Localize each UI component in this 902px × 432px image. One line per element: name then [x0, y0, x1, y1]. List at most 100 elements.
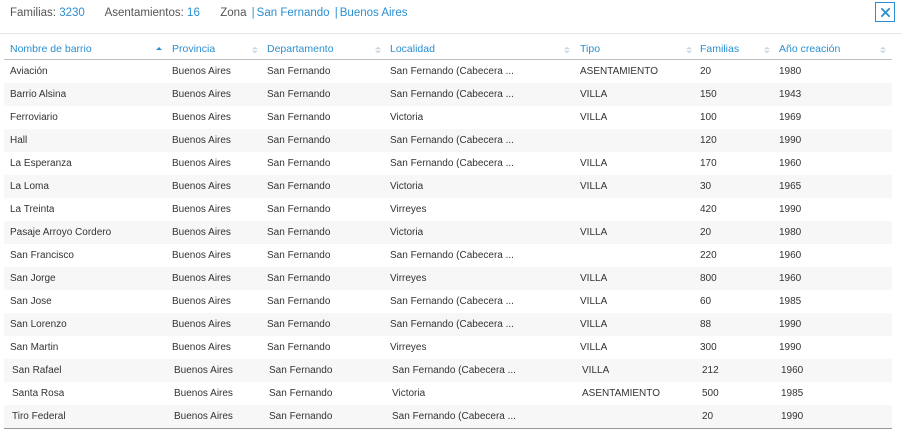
close-icon — [880, 7, 890, 17]
asentamientos-label: Asentamientos: — [104, 7, 184, 19]
cell-familias: 500 — [702, 388, 719, 399]
cell-familias: 220 — [700, 250, 717, 261]
cell-localidad: San Fernando (Cabecera ... — [390, 135, 514, 146]
cell-provincia: Buenos Aires — [174, 388, 233, 399]
cell-departamento: San Fernando — [267, 227, 331, 238]
cell-barrio: San Jorge — [10, 273, 56, 284]
cell-barrio: San Rafael — [12, 365, 62, 376]
table-row[interactable]: Barrio Alsina Buenos Aires San Fernando San… — [4, 83, 892, 106]
cell-provincia: Buenos Aires — [172, 296, 231, 307]
cell-departamento: San Fernando — [267, 273, 331, 284]
cell-barrio: La Treinta — [10, 204, 55, 215]
cell-tipo: ASENTAMIENTO — [582, 388, 660, 399]
sort-icon[interactable] — [880, 46, 886, 54]
cell-provincia: Buenos Aires — [172, 227, 231, 238]
zona-label: Zona — [220, 7, 247, 19]
cell-anio: 1980 — [779, 227, 802, 238]
cell-barrio: Aviación — [10, 66, 48, 77]
cell-provincia: Buenos Aires — [172, 89, 231, 100]
cell-provincia: Buenos Aires — [172, 135, 231, 146]
cell-localidad: San Fernando (Cabecera ... — [392, 411, 516, 422]
cell-familias: 20 — [702, 411, 714, 422]
cell-anio: 1985 — [779, 296, 802, 307]
cell-anio: 1990 — [779, 319, 802, 330]
column-header-provincia[interactable]: Provincia — [172, 38, 215, 60]
cell-familias: 88 — [700, 319, 712, 330]
cell-anio: 1969 — [779, 112, 802, 123]
table-row[interactable]: Hall Buenos Aires San Fernando San Fernando… — [4, 129, 892, 152]
column-header-barrio[interactable]: Nombre de barrio — [10, 38, 92, 60]
cell-localidad: Virreyes — [390, 204, 427, 215]
cell-anio: 1960 — [779, 158, 802, 169]
cell-barrio: Tiro Federal — [12, 411, 66, 422]
table-row[interactable]: Ferroviario Buenos Aires San Fernando Victo… — [4, 106, 892, 129]
cell-familias: 20 — [700, 66, 712, 77]
cell-localidad: San Fernando (Cabecera ... — [390, 250, 514, 261]
table-row[interactable]: Pasaje Arroyo Cordero Buenos Aires San Fer… — [4, 221, 892, 244]
cell-anio: 1990 — [781, 411, 804, 422]
cell-anio: 1960 — [779, 250, 802, 261]
table-row[interactable]: La Treinta Buenos Aires San Fernando Virrey… — [4, 198, 892, 221]
cell-familias: 212 — [702, 365, 719, 376]
cell-provincia: Buenos Aires — [172, 158, 231, 169]
table-row[interactable]: San Francisco Buenos Aires San Fernando San… — [4, 244, 892, 267]
cell-barrio: Pasaje Arroyo Cordero — [10, 227, 112, 238]
cell-tipo: VILLA — [582, 365, 610, 376]
cell-familias: 20 — [700, 227, 712, 238]
cell-barrio: Ferroviario — [10, 112, 58, 123]
cell-tipo: VILLA — [580, 89, 608, 100]
sort-icon[interactable] — [252, 46, 258, 54]
cell-barrio: Hall — [10, 135, 28, 146]
table-row[interactable]: San Martin Buenos Aires San Fernando Virrey… — [4, 336, 892, 359]
sort-icon[interactable] — [686, 46, 692, 54]
cell-departamento: San Fernando — [267, 112, 331, 123]
cell-familias: 170 — [700, 158, 717, 169]
table-row[interactable]: San Rafael Buenos Aires San Fernando San Fe… — [4, 359, 892, 382]
table-row[interactable]: San Jorge Buenos Aires San Fernando Virreye… — [4, 267, 892, 290]
zona-municipio[interactable]: San Fernando — [257, 7, 330, 19]
table-row[interactable]: La Esperanza Buenos Aires San Fernando San … — [4, 152, 892, 175]
cell-anio: 1960 — [781, 365, 804, 376]
cell-provincia: Buenos Aires — [172, 273, 231, 284]
sort-icon[interactable] — [564, 46, 570, 54]
cell-localidad: San Fernando (Cabecera ... — [390, 296, 514, 307]
column-header-familias[interactable]: Familias — [700, 38, 739, 60]
cell-familias: 120 — [700, 135, 717, 146]
table-row[interactable]: San Lorenzo Buenos Aires San Fernando San F… — [4, 313, 892, 336]
table-row[interactable]: La Loma Buenos Aires San Fernando Victoria V… — [4, 175, 892, 198]
column-header-tipo[interactable]: Tipo — [580, 38, 600, 60]
cell-provincia: Buenos Aires — [172, 181, 231, 192]
cell-tipo: VILLA — [580, 158, 608, 169]
cell-provincia: Buenos Aires — [172, 204, 231, 215]
sort-icon[interactable] — [764, 46, 770, 54]
column-header-localidad[interactable]: Localidad — [390, 38, 435, 60]
settlements-table: Nombre de barrio Provincia Departamento Loc… — [4, 38, 892, 429]
table-bottom-border — [4, 428, 892, 429]
zona-provincia[interactable]: Buenos Aires — [340, 7, 408, 19]
column-header-anio[interactable]: Año creación — [779, 38, 840, 60]
cell-barrio: San Martin — [10, 342, 59, 353]
close-button[interactable] — [875, 2, 895, 22]
table-row[interactable]: Santa Rosa Buenos Aires San Fernando Victor… — [4, 382, 892, 405]
table-row[interactable]: Tiro Federal Buenos Aires San Fernando San … — [4, 405, 892, 428]
cell-anio: 1960 — [779, 273, 802, 284]
summary-bar: Familias: 3230 Asentamientos: 16 Zona | S… — [10, 7, 408, 19]
cell-tipo: VILLA — [580, 273, 608, 284]
sort-ascending-icon[interactable] — [156, 46, 162, 54]
familias-label: Familias: — [10, 7, 57, 19]
cell-localidad: Victoria — [390, 181, 424, 192]
cell-barrio: Santa Rosa — [12, 388, 65, 399]
cell-anio: 1990 — [779, 135, 802, 146]
cell-familias: 150 — [700, 89, 717, 100]
cell-tipo: VILLA — [580, 342, 608, 353]
table-row[interactable]: San Jose Buenos Aires San Fernando San Fern… — [4, 290, 892, 313]
cell-provincia: Buenos Aires — [172, 250, 231, 261]
cell-localidad: San Fernando (Cabecera ... — [390, 66, 514, 77]
familias-count: 3230 — [59, 7, 85, 19]
cell-localidad: San Fernando (Cabecera ... — [390, 89, 514, 100]
cell-departamento: San Fernando — [267, 319, 331, 330]
sort-icon[interactable] — [375, 46, 381, 54]
column-header-departamento[interactable]: Departamento — [267, 38, 334, 60]
table-row[interactable]: Aviación Buenos Aires San Fernando San Fern… — [4, 60, 892, 83]
cell-familias: 800 — [700, 273, 717, 284]
